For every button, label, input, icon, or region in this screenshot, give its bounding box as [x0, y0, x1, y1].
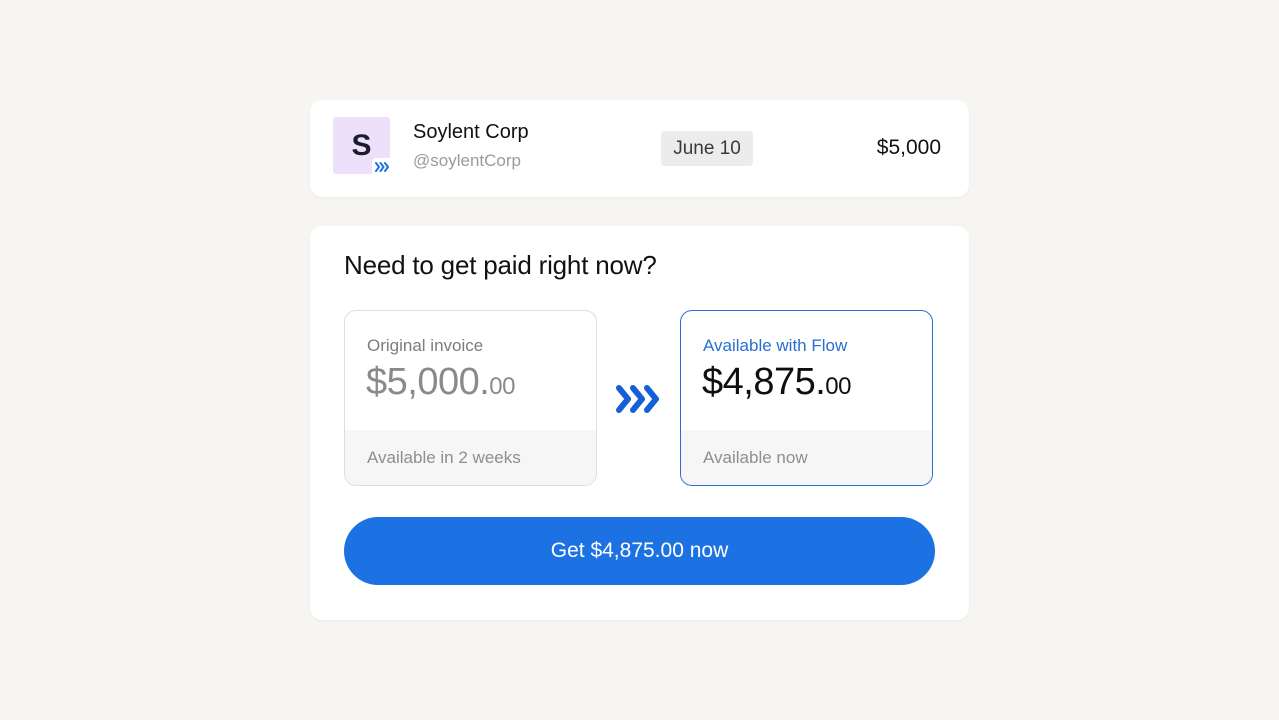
- original-amount-main: $5,000.: [366, 361, 490, 403]
- original-invoice-label: Original invoice: [367, 336, 484, 355]
- company-name: Soylent Corp: [413, 121, 529, 143]
- original-invoice-amount: $5,000.00: [366, 361, 515, 404]
- flow-option[interactable]: Available with Flow $4,875.00 Available …: [680, 310, 933, 486]
- company-handle: @soylentCorp: [413, 151, 521, 170]
- flow-option-amount: $4,875.00: [702, 361, 851, 404]
- avatar-letter: S: [351, 128, 372, 162]
- invoice-card: S Soylent Corp @soylentCorp June 10 $5,0…: [310, 100, 969, 197]
- triple-chevron-right-icon: [615, 383, 663, 415]
- flow-option-label: Available with Flow: [703, 336, 848, 355]
- instant-payout-card: Need to get paid right now? Original inv…: [310, 226, 969, 620]
- flow-amount-main: $4,875.: [702, 361, 826, 403]
- original-amount-cents: 00: [489, 373, 515, 400]
- original-invoice-option: Original invoice $5,000.00 Available in …: [344, 310, 597, 486]
- flow-availability: Available now: [681, 430, 932, 485]
- flow-badge-icon: [372, 158, 392, 176]
- offer-heading: Need to get paid right now?: [344, 250, 657, 280]
- flow-amount-cents: 00: [825, 373, 851, 400]
- company-avatar: S: [333, 117, 392, 176]
- original-availability: Available in 2 weeks: [345, 430, 596, 485]
- invoice-date-badge: June 10: [661, 131, 753, 166]
- invoice-amount: $5,000: [876, 136, 941, 159]
- get-paid-now-button[interactable]: Get $4,875.00 now: [344, 517, 935, 585]
